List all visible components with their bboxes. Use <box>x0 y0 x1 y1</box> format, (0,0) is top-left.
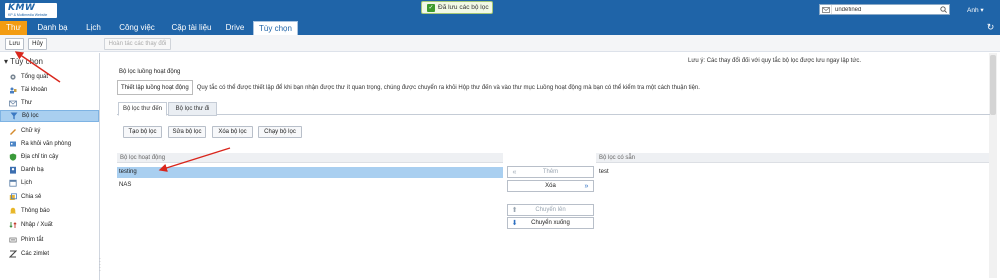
active-filter-row[interactable]: NAS <box>117 180 503 191</box>
sidebar-item-accounts[interactable]: Tài khoản <box>0 84 99 96</box>
trusted-icon <box>9 153 17 161</box>
check-icon: ✓ <box>427 3 435 12</box>
filters-note: Lưu ý: Các thay đổi đối với quy tắc bộ l… <box>688 58 862 64</box>
tab-preferences[interactable]: Tùy chọn <box>253 21 298 35</box>
sidebar-item-out-of-office[interactable]: Ra khỏi văn phòng <box>0 138 99 150</box>
user-menu[interactable]: Anh ▾ <box>967 6 984 14</box>
notification-icon <box>9 207 17 215</box>
import-export-icon <box>9 221 17 229</box>
tab-briefcase[interactable]: Cặp tài liệu <box>164 21 219 35</box>
sidebar-heading[interactable]: ▾ Tùy chọn <box>4 57 43 66</box>
calendar-icon <box>9 179 17 187</box>
search-scope-dropdown[interactable] <box>820 5 832 14</box>
remove-filter-button[interactable]: Xóa » <box>507 180 594 192</box>
activity-stream-description: Quy tắc có thể được thiết lập để khi bạn… <box>196 84 700 91</box>
sidebar-item-signatures[interactable]: Chữ ký <box>0 125 99 137</box>
double-left-arrow-icon: « <box>512 169 517 176</box>
tab-mail[interactable]: Thư <box>0 21 27 35</box>
sidebar-item-filters[interactable]: Bộ lọc <box>0 110 99 122</box>
available-filter-row[interactable]: test <box>597 167 987 178</box>
search-icon[interactable] <box>938 6 949 13</box>
add-filter-button[interactable]: « Thêm <box>507 166 594 178</box>
tab-incoming-filters[interactable]: Bộ lọc thư đến <box>118 102 167 116</box>
section-title: Bộ lọc luồng hoạt động <box>119 69 181 75</box>
gear-icon <box>9 73 17 81</box>
tab-outgoing-filters[interactable]: Bộ lọc thư đi <box>168 102 217 116</box>
accounts-icon <box>9 86 17 94</box>
sidebar-item-sharing[interactable]: Chia sẻ <box>0 191 99 203</box>
sidebar-item-import-export[interactable]: Nhập / Xuất <box>0 219 99 231</box>
scrollbar-thumb[interactable] <box>990 55 996 115</box>
app-tabs: Thư Danh bạ Lịch Công việc Cặp tài liệu … <box>0 21 1000 35</box>
user-name: Anh <box>967 7 979 14</box>
sidebar-item-shortcuts[interactable]: Phím tắt <box>0 234 99 246</box>
tab-contacts[interactable]: Danh bạ <box>30 21 75 35</box>
mail-icon <box>9 99 17 107</box>
move-down-button[interactable]: ⬇ Chuyển xuống <box>507 217 594 229</box>
main-scrollbar[interactable] <box>989 53 997 278</box>
sidebar-item-mail[interactable]: Thư <box>0 97 99 109</box>
saved-toast: ✓ Đã lưu các bộ lọc <box>421 1 493 14</box>
shortcut-icon <box>9 236 17 244</box>
out-of-office-icon <box>9 140 17 148</box>
sidebar-item-calendar[interactable]: Lịch <box>0 177 99 189</box>
double-right-arrow-icon: » <box>584 183 589 190</box>
create-filter-button[interactable]: Tạo bộ lọc <box>123 126 162 138</box>
top-bar: KMW KP & Multimedia Website ✓ Đã lưu các… <box>0 0 1000 21</box>
available-filters-header: Bộ lọc có sẵn <box>596 153 989 163</box>
company-logo[interactable]: KMW KP & Multimedia Website <box>5 3 57 18</box>
tab-drive[interactable]: Drive <box>220 21 250 35</box>
tab-tasks[interactable]: Công việc <box>112 21 162 35</box>
sidebar-item-notifications[interactable]: Thông báo <box>0 205 99 217</box>
share-icon <box>9 193 17 201</box>
run-filter-button[interactable]: Chạy bộ lọc <box>258 126 302 138</box>
activity-stream-settings-button[interactable]: Thiết lập luồng hoạt động <box>117 80 193 95</box>
edit-filter-button[interactable]: Sửa bộ lọc <box>168 126 206 138</box>
filter-panel-tabs <box>117 103 990 115</box>
refresh-icon[interactable]: ↻ <box>985 22 996 33</box>
zimlet-icon <box>9 250 17 258</box>
search-box <box>819 4 950 15</box>
activity-stream-setting: Thiết lập luồng hoạt động Quy tắc có thể… <box>117 80 700 95</box>
save-button[interactable]: Lưu <box>5 38 24 50</box>
signature-icon <box>9 127 17 135</box>
up-arrow-icon: ⬆ <box>511 207 518 214</box>
active-filters-header: Bộ lọc hoạt động <box>117 153 503 163</box>
undo-changes-button[interactable]: Hoàn tác các thay đổi <box>104 38 171 50</box>
contacts-icon <box>9 166 17 174</box>
envelope-icon <box>821 6 830 13</box>
filter-icon <box>10 112 18 120</box>
logo-text: KMW <box>8 3 36 13</box>
sidebar-item-trusted-addresses[interactable]: Địa chỉ tin cậy <box>0 151 99 163</box>
sidebar-item-general[interactable]: Tổng quát <box>0 71 99 83</box>
search-input[interactable] <box>832 6 938 13</box>
sidebar-item-zimlets[interactable]: Các zimlet <box>0 248 99 260</box>
delete-filter-button[interactable]: Xóa bộ lọc <box>212 126 253 138</box>
tab-calendar[interactable]: Lịch <box>80 21 107 35</box>
sidebar-item-contacts[interactable]: Danh bạ <box>0 164 99 176</box>
move-up-button[interactable]: ⬆ Chuyển lên <box>507 204 594 216</box>
toast-text: Đã lưu các bộ lọc <box>438 4 489 11</box>
active-filter-row[interactable]: testing <box>117 167 503 178</box>
cancel-button[interactable]: Hủy <box>28 38 47 50</box>
down-arrow-icon: ⬇ <box>511 220 518 227</box>
logo-tagline: KP & Multimedia Website <box>8 13 48 17</box>
